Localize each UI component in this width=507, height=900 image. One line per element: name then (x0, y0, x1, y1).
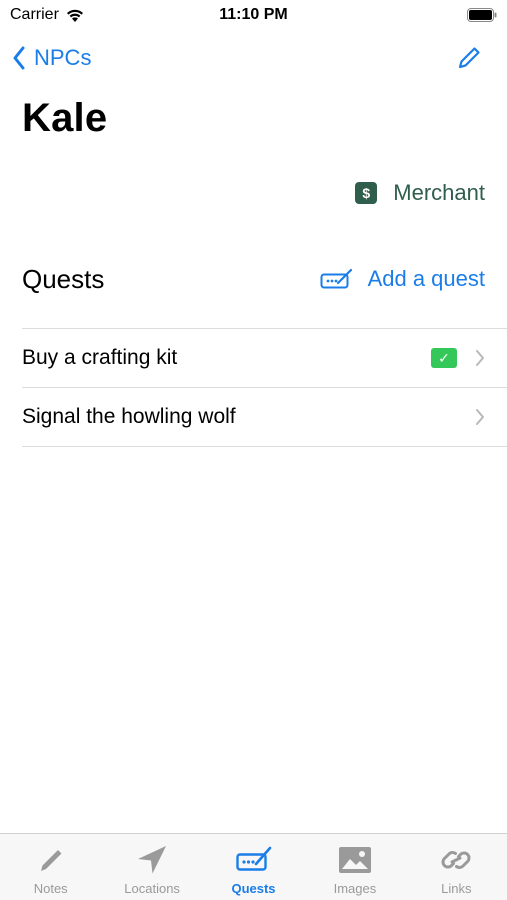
chevron-right-icon (476, 409, 484, 425)
tab-notes[interactable]: Notes (0, 834, 101, 900)
back-button-label: NPCs (34, 45, 92, 70)
tab-quests[interactable]: Quests (203, 834, 304, 900)
npc-role: $ Merchant (355, 180, 485, 206)
checkmark-icon: ✓ (431, 348, 457, 368)
battery-icon (467, 8, 497, 22)
list-item[interactable]: Buy a crafting kit ✓ (22, 329, 507, 388)
location-arrow-icon (138, 846, 167, 874)
pencil-icon (40, 850, 62, 871)
add-quest-label: Add a quest (367, 266, 485, 291)
tab-label: Images (333, 881, 377, 896)
quest-scroll-icon (235, 846, 271, 871)
tab-label: Notes (33, 881, 68, 896)
role-label: Merchant (393, 180, 485, 205)
status-bar: Carrier 11:10 PM (0, 0, 507, 32)
tab-label: Locations (124, 881, 180, 896)
list-item[interactable]: Signal the howling wolf (22, 388, 507, 447)
tab-label: Quests (231, 881, 276, 896)
add-quest-button[interactable]: Add a quest (320, 264, 485, 294)
status-time: 11:10 PM (219, 6, 288, 23)
add-quest-icon (320, 268, 352, 289)
tab-images[interactable]: Images (304, 834, 405, 900)
pencil-icon[interactable] (455, 44, 483, 72)
quest-label: Buy a crafting kit (22, 346, 178, 369)
back-button[interactable]: NPCs (12, 44, 91, 72)
link-icon (441, 851, 471, 869)
quest-list: Buy a crafting kit ✓ Signal the howling … (22, 328, 507, 447)
tab-locations[interactable]: Locations (101, 834, 202, 900)
dollar-icon: $ (355, 182, 378, 204)
page-title: Kale (22, 96, 108, 140)
quest-label: Signal the howling wolf (22, 405, 236, 428)
quests-heading: Quests (22, 264, 105, 294)
photo-icon (338, 847, 371, 873)
tab-label: Links (441, 881, 472, 896)
tab-links[interactable]: Links (406, 834, 507, 900)
chevron-left-icon (13, 46, 25, 70)
tab-bar: Notes Locations Quests Images Links (0, 833, 507, 900)
chevron-right-icon (476, 350, 484, 366)
